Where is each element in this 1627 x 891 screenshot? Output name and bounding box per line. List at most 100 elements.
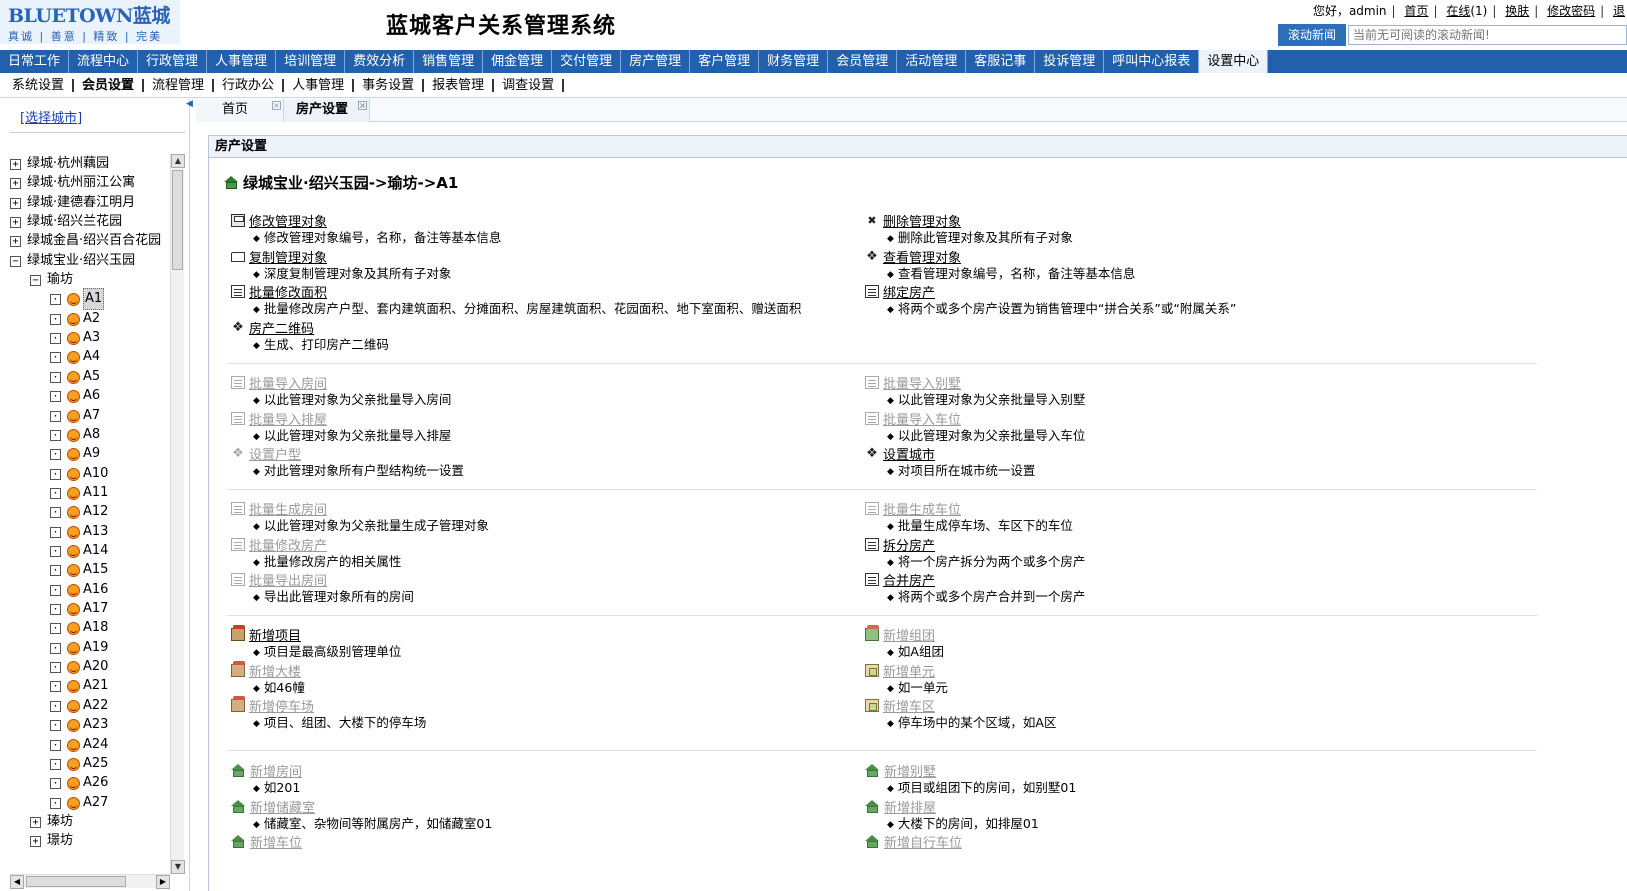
tree-leaf[interactable]: · A16 xyxy=(50,580,108,600)
subnav-item[interactable]: 报表管理 xyxy=(424,79,495,92)
leaf-toggle-icon[interactable]: · xyxy=(50,506,61,518)
action-label[interactable]: 批量导入排屋 xyxy=(249,409,327,428)
action-label[interactable]: 新增车区 xyxy=(883,696,935,715)
action-label[interactable]: 新增项目 xyxy=(249,625,301,644)
action-label[interactable]: 批量生成房间 xyxy=(249,499,327,518)
leaf-toggle-icon[interactable]: · xyxy=(50,661,61,673)
leaf-toggle-icon[interactable]: · xyxy=(50,410,61,422)
tree-leaf[interactable]: · A9 xyxy=(50,444,100,464)
tree-leaf[interactable]: · A22 xyxy=(50,696,108,716)
change-password-link[interactable]: 修改密码 xyxy=(1547,4,1595,18)
subnav-item[interactable]: 人事管理 xyxy=(284,79,355,92)
action-label[interactable]: 删除管理对象 xyxy=(883,211,961,230)
subnav-item[interactable]: 行政办公 xyxy=(214,79,285,92)
action-link[interactable]: 修改管理对象 xyxy=(231,211,851,230)
leaf-toggle-icon[interactable]: · xyxy=(50,313,61,325)
expand-icon[interactable]: + xyxy=(10,177,21,189)
leaf-toggle-icon[interactable]: · xyxy=(50,700,61,712)
leaf-toggle-icon[interactable]: · xyxy=(50,564,61,576)
action-link[interactable]: 复制管理对象 xyxy=(231,247,851,266)
tree-leaf[interactable]: · A14 xyxy=(50,541,108,561)
action-label[interactable]: 查看管理对象 xyxy=(883,247,961,266)
action-label[interactable]: 房产二维码 xyxy=(249,318,314,337)
tab-home[interactable]: 首页 × xyxy=(196,99,284,122)
action-link[interactable]: 拆分房产 xyxy=(865,535,1485,554)
tree-leaf[interactable]: · A19 xyxy=(50,638,108,658)
leaf-toggle-icon[interactable]: · xyxy=(50,777,61,789)
leaf-toggle-icon[interactable]: · xyxy=(50,429,61,441)
leaf-toggle-icon[interactable]: · xyxy=(50,468,61,480)
tree-group[interactable]: + 瑧坊 xyxy=(30,812,73,832)
leaf-toggle-icon[interactable]: · xyxy=(50,603,61,615)
subnav-item[interactable]: 会员设置 xyxy=(74,79,145,92)
skin-link[interactable]: 换肤 xyxy=(1505,4,1529,18)
leaf-toggle-icon[interactable]: · xyxy=(50,371,61,383)
action-label[interactable]: 设置城市 xyxy=(883,444,935,463)
news-ticker[interactable] xyxy=(1348,25,1627,45)
nav-item[interactable]: 客服记事 xyxy=(966,50,1036,73)
action-label[interactable]: 拆分房产 xyxy=(883,535,935,554)
tree-leaf[interactable]: · A3 xyxy=(50,328,100,348)
action-link[interactable]: 新增车位 xyxy=(231,832,851,851)
nav-item[interactable]: 佣金管理 xyxy=(483,50,553,73)
tree-scrollbar[interactable]: ▲ ▼ xyxy=(170,154,185,874)
action-link[interactable]: 批量导入排屋 xyxy=(231,409,851,428)
nav-item[interactable]: 设置中心 xyxy=(1199,50,1269,73)
action-label[interactable]: 新增别墅 xyxy=(884,761,936,780)
tree-leaf[interactable]: · A26 xyxy=(50,773,108,793)
subnav-item[interactable]: 流程管理 xyxy=(144,79,215,92)
action-link[interactable]: 批量导入房间 xyxy=(231,373,851,392)
collapse-icon[interactable]: − xyxy=(10,255,21,267)
tree-leaf[interactable]: · A20 xyxy=(50,657,108,677)
action-label[interactable]: 新增车位 xyxy=(250,832,302,851)
scroll-up-icon[interactable]: ▲ xyxy=(171,154,185,168)
action-link[interactable]: 新增储藏室 xyxy=(231,798,851,816)
nav-item[interactable]: 培训管理 xyxy=(276,50,346,73)
action-link[interactable]: 新增排屋 xyxy=(865,797,1485,816)
home-link[interactable]: 首页 xyxy=(1404,4,1428,18)
action-link[interactable]: 新增单元 xyxy=(865,662,1485,680)
expand-icon[interactable]: + xyxy=(30,816,41,828)
nav-item[interactable]: 活动管理 xyxy=(897,50,967,73)
nav-item[interactable]: 呼叫中心报表 xyxy=(1104,50,1200,73)
leaf-toggle-icon[interactable]: · xyxy=(50,719,61,731)
expand-icon[interactable]: + xyxy=(10,197,21,209)
action-link[interactable]: 批量生成车位 xyxy=(865,500,1485,518)
tree-leaf[interactable]: · A17 xyxy=(50,599,108,619)
tree-project[interactable]: + 绿城金昌·绍兴百合花园 xyxy=(10,231,161,251)
tree-leaf[interactable]: · A24 xyxy=(50,735,108,755)
online-link[interactable]: 在线 xyxy=(1446,4,1470,18)
leaf-toggle-icon[interactable]: · xyxy=(50,797,61,809)
action-link[interactable]: 批量生成房间 xyxy=(231,499,851,518)
scroll-thumb[interactable] xyxy=(172,170,183,270)
nav-item[interactable]: 流程中心 xyxy=(69,50,139,73)
action-link[interactable]: 批量导入车位 xyxy=(865,410,1485,428)
action-link[interactable]: ❖ 查看管理对象 xyxy=(865,247,1485,266)
tree-leaf[interactable]: · A25 xyxy=(50,754,108,774)
action-link[interactable]: 批量修改房产 xyxy=(231,536,851,554)
tree-project[interactable]: + 绿城·绍兴兰花园 xyxy=(10,212,122,232)
action-label[interactable]: 复制管理对象 xyxy=(249,247,327,266)
tab-property-settings[interactable]: 房产设置 × xyxy=(284,99,370,122)
expand-icon[interactable]: + xyxy=(10,158,21,170)
nav-item[interactable]: 人事管理 xyxy=(207,50,277,73)
action-link[interactable]: 新增别墅 xyxy=(865,761,1485,780)
collapse-icon[interactable]: − xyxy=(30,274,41,286)
leaf-toggle-icon[interactable]: · xyxy=(50,390,61,402)
action-label[interactable]: 绑定房产 xyxy=(883,282,935,301)
select-city-link[interactable]: [选择城市] xyxy=(20,107,82,126)
action-label[interactable]: 修改管理对象 xyxy=(249,211,327,230)
action-label[interactable]: 新增排屋 xyxy=(884,797,936,816)
expand-icon[interactable]: + xyxy=(10,235,21,247)
action-link[interactable]: ❖ 设置城市 xyxy=(865,444,1485,463)
action-link[interactable]: 合并房产 xyxy=(865,571,1485,589)
action-link[interactable]: ✖ 删除管理对象 xyxy=(865,211,1485,230)
action-link[interactable]: 新增项目 xyxy=(231,625,851,644)
action-label[interactable]: 批量导入别墅 xyxy=(883,373,961,392)
action-label[interactable]: 批量导入房间 xyxy=(249,373,327,392)
tree-leaf[interactable]: · A27 xyxy=(50,793,108,813)
action-label[interactable]: 设置户型 xyxy=(249,444,301,463)
tree-leaf[interactable]: · A18 xyxy=(50,618,108,638)
logout-link[interactable]: 退 xyxy=(1613,4,1625,18)
leaf-toggle-icon[interactable]: · xyxy=(50,351,61,363)
